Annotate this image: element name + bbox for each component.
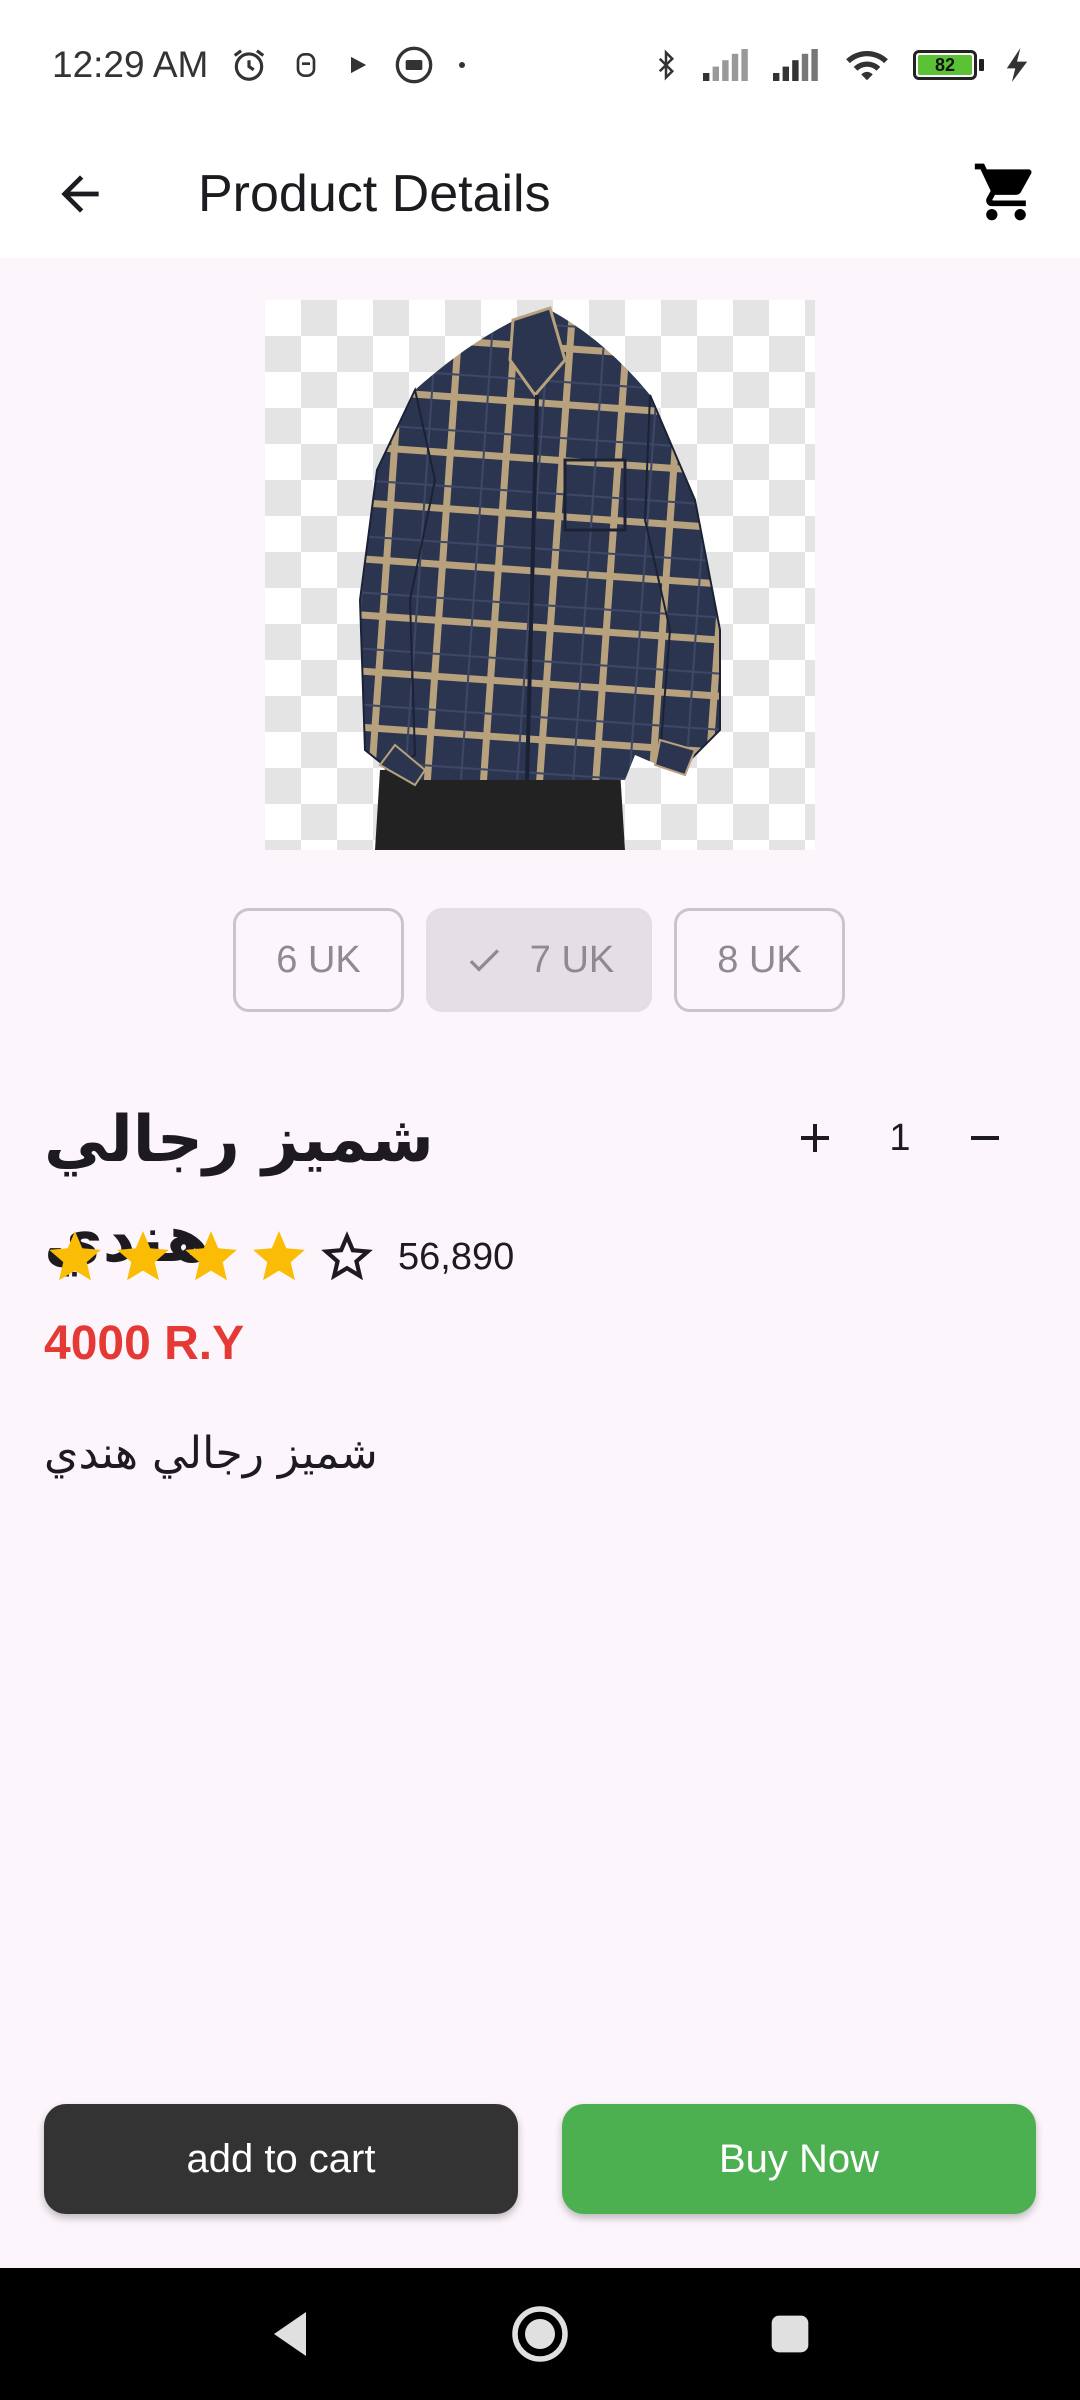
wifi-icon bbox=[843, 46, 891, 84]
minus-icon bbox=[970, 1136, 999, 1140]
nav-home-icon bbox=[512, 2306, 568, 2362]
nav-recents-icon bbox=[771, 2315, 809, 2353]
system-nav-bar bbox=[0, 2268, 1080, 2400]
cart-button[interactable] bbox=[964, 150, 1048, 234]
star-filled-icon bbox=[180, 1226, 242, 1288]
size-chip-label: 8 UK bbox=[717, 938, 802, 981]
notification-icon bbox=[290, 48, 322, 82]
product-price: 4000 R.Y bbox=[44, 1317, 245, 1370]
shopping-cart-icon bbox=[974, 163, 1032, 221]
status-right: 82 bbox=[651, 45, 1028, 85]
battery-body: 82 bbox=[913, 50, 977, 80]
quantity-stepper: 1 bbox=[780, 1100, 1020, 1176]
nav-back-icon bbox=[274, 2312, 306, 2356]
add-to-cart-button[interactable]: add to cart bbox=[44, 2104, 518, 2214]
arrow-back-icon bbox=[61, 175, 99, 213]
star-filled-icon bbox=[248, 1226, 310, 1288]
product-description: شميز رجالي هندي bbox=[44, 1428, 378, 1479]
size-chip-7uk[interactable]: 7 UK bbox=[426, 908, 652, 1012]
add-to-cart-label: add to cart bbox=[186, 2136, 376, 2181]
star-filled-icon bbox=[44, 1226, 106, 1288]
battery-level: 82 bbox=[918, 55, 972, 75]
status-time: 12:29 AM bbox=[52, 44, 209, 85]
status-bar: 12:29 AM 82 bbox=[0, 0, 1080, 130]
increase-quantity-button[interactable] bbox=[780, 1103, 850, 1173]
battery-tip bbox=[979, 59, 984, 71]
rating-count: 56,890 bbox=[398, 1235, 515, 1278]
back-button[interactable] bbox=[40, 154, 120, 234]
size-chip-label: 6 UK bbox=[276, 938, 361, 981]
nav-home-button[interactable] bbox=[500, 2294, 580, 2374]
alarm-icon bbox=[230, 46, 268, 84]
media-icon bbox=[394, 45, 434, 85]
plus-icon bbox=[801, 1124, 829, 1152]
signal-icon bbox=[703, 48, 751, 82]
product-image bbox=[265, 300, 815, 850]
page-title: Product Details bbox=[198, 165, 551, 223]
size-chip-6uk[interactable]: 6 UK bbox=[233, 908, 404, 1012]
battery-icon: 82 bbox=[913, 50, 984, 80]
size-selector: 6 UK 7 UK 8 UK bbox=[233, 908, 847, 1012]
star-filled-icon bbox=[112, 1226, 174, 1288]
rating: 56,890 bbox=[44, 1222, 514, 1292]
check-icon bbox=[469, 949, 499, 972]
buy-now-button[interactable]: Buy Now bbox=[562, 2104, 1036, 2214]
nav-recents-button[interactable] bbox=[750, 2294, 830, 2374]
star-outline-icon bbox=[316, 1226, 378, 1288]
play-icon bbox=[344, 51, 372, 79]
nav-back-button[interactable] bbox=[250, 2294, 330, 2374]
dot-icon bbox=[456, 59, 468, 71]
app-bar: Product Details bbox=[0, 130, 1080, 258]
buy-now-label: Buy Now bbox=[718, 2136, 880, 2181]
charging-icon bbox=[1006, 48, 1028, 82]
product-title: شميز رجالي هندي bbox=[44, 1103, 434, 1277]
bluetooth-icon bbox=[651, 45, 681, 85]
plaid-shirt-image bbox=[358, 306, 721, 850]
quantity-value: 1 bbox=[889, 1116, 911, 1159]
signal-icon-2 bbox=[773, 48, 821, 82]
size-chip-label: 7 UK bbox=[529, 938, 615, 981]
decrease-quantity-button[interactable] bbox=[950, 1103, 1020, 1173]
size-chip-8uk[interactable]: 8 UK bbox=[674, 908, 845, 1012]
status-left: 12:29 AM bbox=[52, 44, 468, 86]
